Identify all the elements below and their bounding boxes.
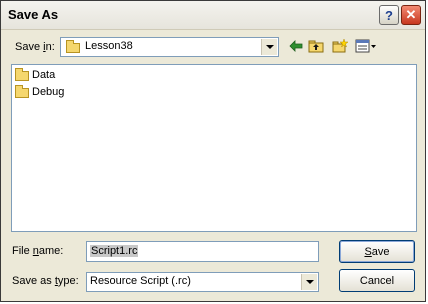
chevron-down-icon — [265, 45, 274, 49]
save-button-label: Save — [364, 245, 390, 258]
save-as-type-label: Save as type: — [12, 275, 79, 287]
save-in-combo[interactable]: Lesson38 — [60, 37, 279, 57]
save-as-type-select[interactable]: Resource Script (.rc) — [86, 272, 319, 292]
help-button[interactable]: ? — [379, 5, 399, 25]
back-button[interactable] — [287, 37, 305, 55]
save-in-label: Save in: — [15, 41, 55, 53]
save-as-type-value: Resource Script (.rc) — [90, 275, 191, 287]
view-menu-button[interactable] — [354, 37, 378, 55]
close-button[interactable]: ✕ — [401, 5, 421, 25]
save-in-value: Lesson38 — [85, 40, 133, 52]
cancel-button[interactable]: Cancel — [339, 269, 415, 292]
new-folder-button[interactable] — [331, 37, 349, 55]
file-name-value: Script1.rc — [90, 245, 139, 257]
file-name-label: File name: — [12, 245, 64, 257]
chevron-down-icon — [305, 280, 314, 284]
title-bar[interactable]: Save As ? ✕ — [1, 1, 425, 30]
save-as-dialog: Save As ? ✕ Save in: Lesson38 Data Debug… — [0, 0, 426, 302]
save-as-type-dropdown-button[interactable] — [301, 274, 317, 290]
view-menu-icon — [355, 39, 376, 53]
folder-icon — [66, 40, 80, 53]
file-name-input[interactable]: Script1.rc — [86, 241, 319, 262]
new-folder-icon — [332, 39, 348, 53]
folder-icon — [15, 68, 29, 81]
file-list[interactable]: Data Debug — [11, 64, 417, 232]
save-in-dropdown-button[interactable] — [261, 39, 277, 55]
save-button[interactable]: Save — [339, 240, 415, 263]
folder-icon — [15, 85, 29, 98]
list-item-label: Data — [32, 69, 56, 81]
back-arrow-icon — [289, 40, 303, 52]
list-item-label: Debug — [32, 86, 65, 98]
up-one-level-icon — [308, 40, 324, 53]
up-one-level-button[interactable] — [307, 37, 325, 55]
dialog-title: Save As — [8, 7, 59, 22]
